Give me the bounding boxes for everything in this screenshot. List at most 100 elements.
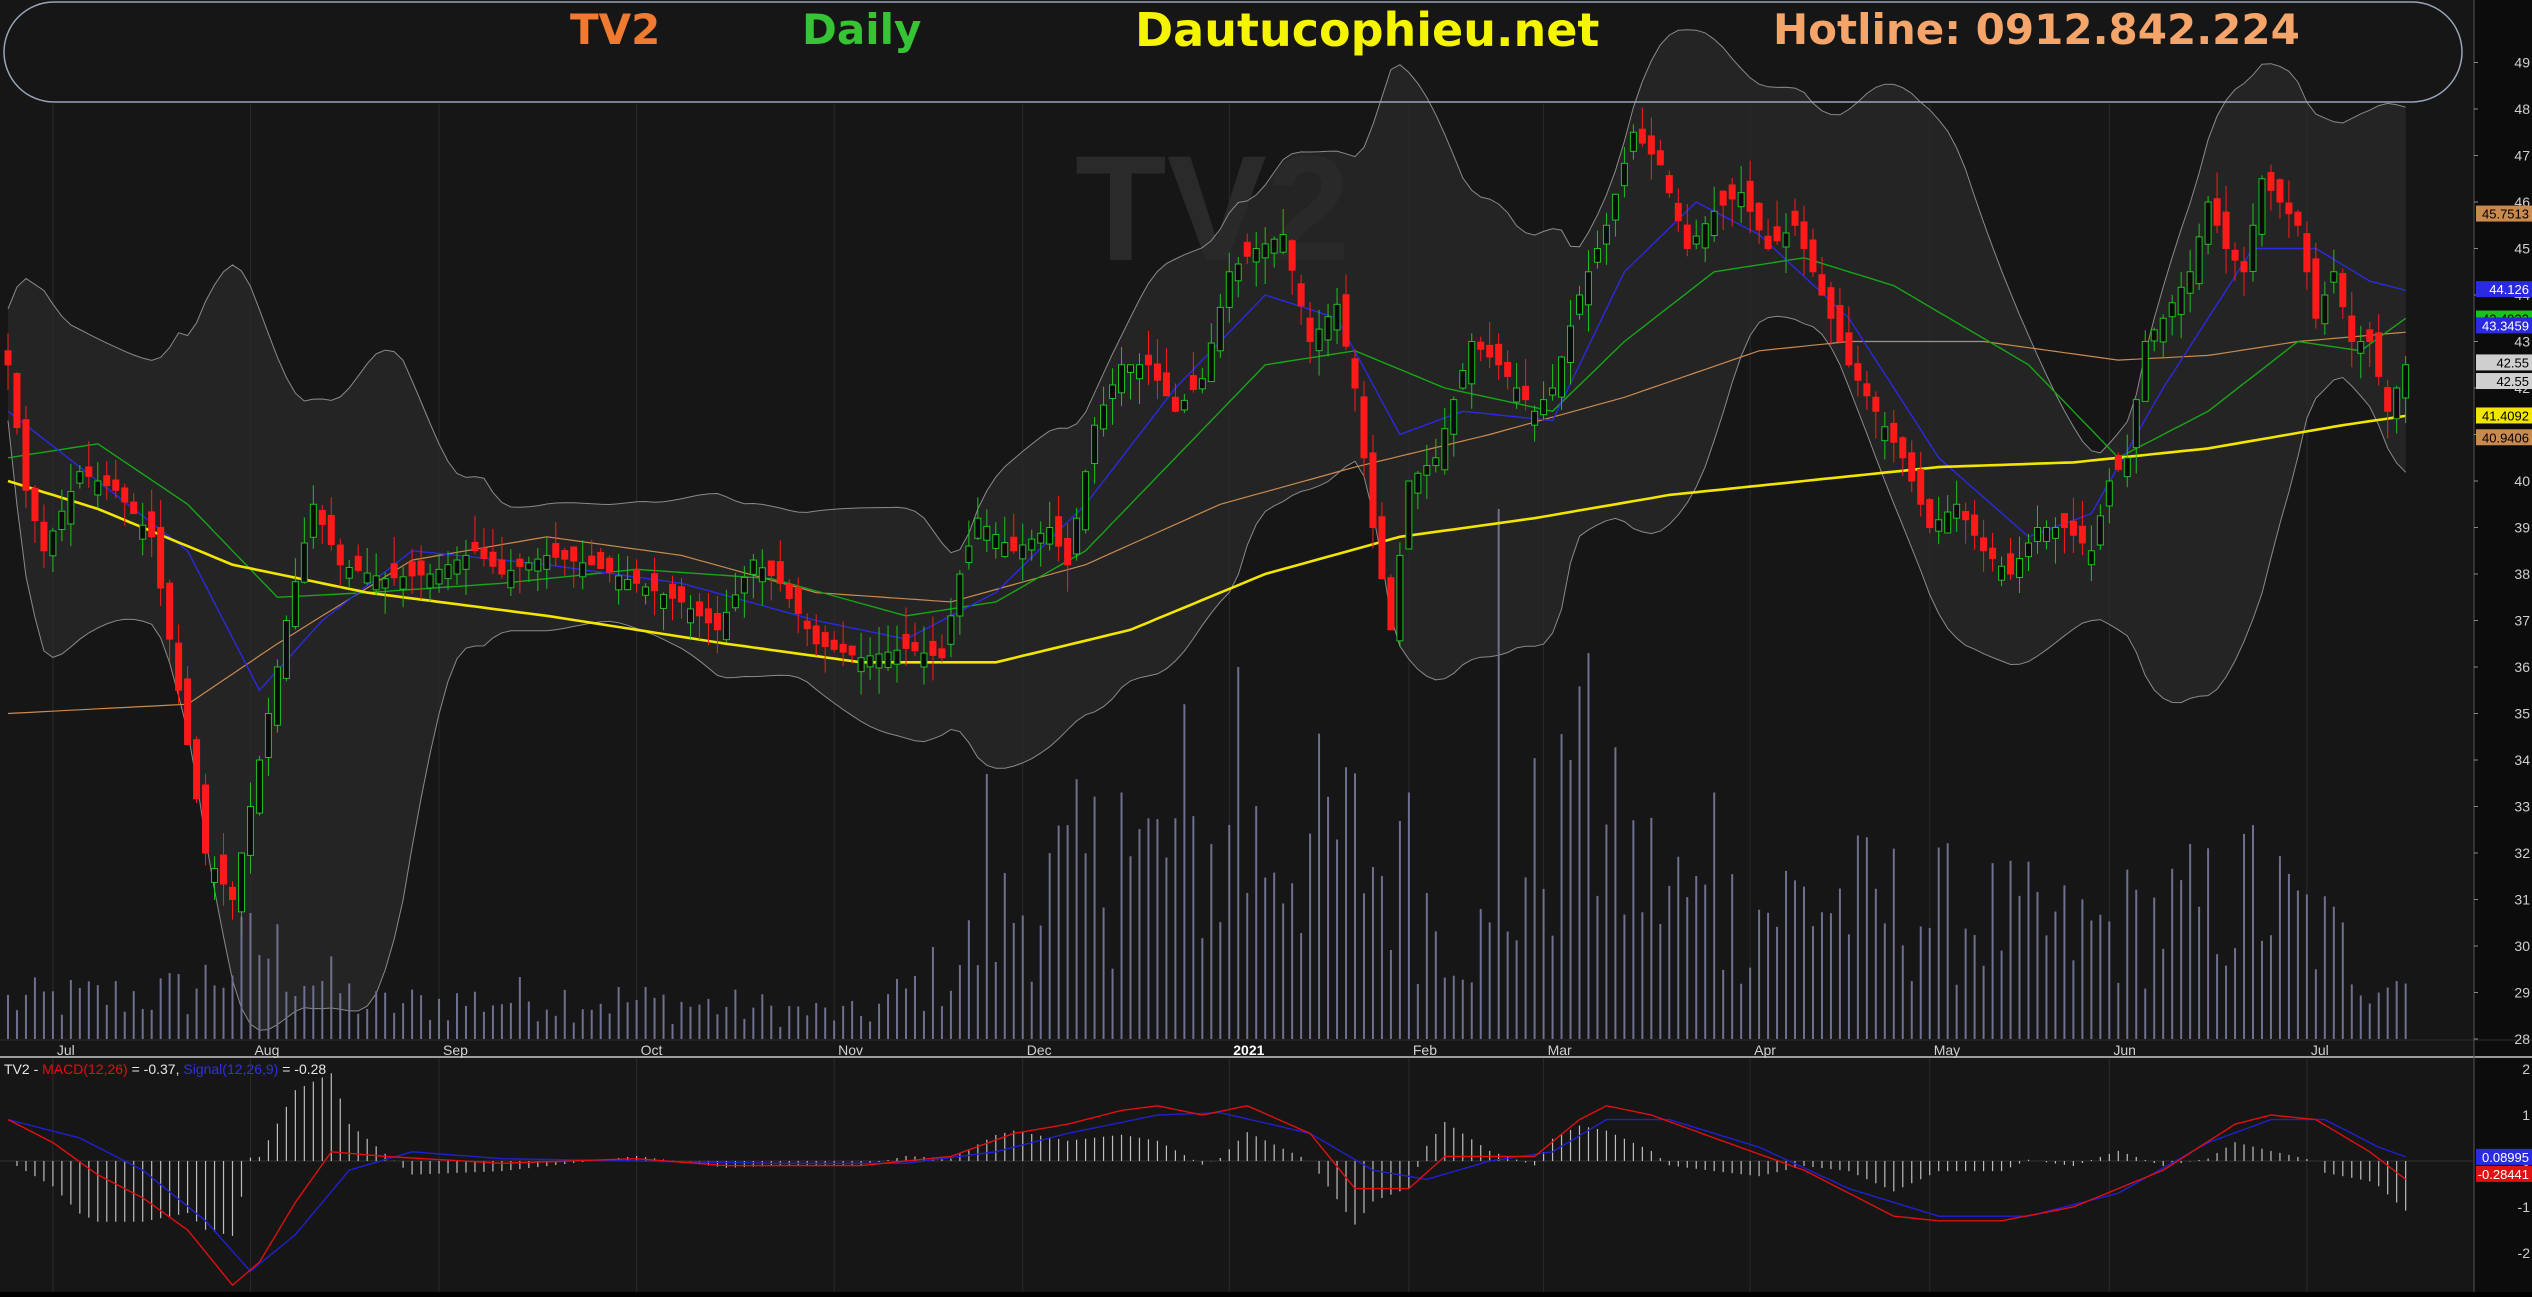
candle-body — [2150, 329, 2158, 342]
candle-body — [2222, 211, 2230, 249]
candle-body — [2069, 520, 2077, 536]
candle-body — [1935, 519, 1943, 532]
candle-body — [731, 594, 739, 609]
price-tag: 44.126 — [2476, 281, 2532, 298]
candle-body — [273, 666, 281, 726]
month-label: Jun — [2113, 1042, 2136, 1058]
candle-body — [1692, 235, 1700, 245]
candle-body — [758, 567, 766, 583]
candle-body — [255, 759, 263, 814]
price-tick-label: 40 — [2514, 473, 2530, 489]
candle-body — [678, 586, 685, 603]
candle-body — [1611, 193, 1619, 221]
candle-body — [1234, 263, 1242, 282]
candle-body — [67, 490, 75, 525]
price-tag: 42.55 — [2476, 373, 2532, 390]
candle-body — [642, 586, 650, 596]
candle-body — [1818, 274, 1826, 296]
candle — [1926, 498, 1934, 534]
candle-body — [1207, 342, 1215, 383]
candle-body — [2141, 341, 2149, 402]
candle-body — [1962, 511, 1970, 521]
price-tag-label: 44.126 — [2489, 282, 2529, 297]
candle-body — [561, 550, 569, 560]
price-tick-label: 47 — [2514, 148, 2530, 164]
price-tick-label: 31 — [2514, 892, 2530, 908]
candle-body — [184, 678, 192, 745]
price-tick-label: 39 — [2514, 520, 2530, 536]
candle-body — [2348, 315, 2356, 343]
candle-body — [426, 573, 434, 589]
candle-body — [2303, 233, 2311, 273]
candle-body — [2132, 399, 2140, 449]
month-label: Mar — [1548, 1042, 1572, 1058]
candle-body — [2168, 302, 2176, 318]
price-tick-label: 37 — [2514, 613, 2530, 629]
candle-body — [749, 559, 757, 575]
candle-body — [1809, 239, 1817, 273]
month-label: Dec — [1027, 1042, 1052, 1058]
price-tick-label: 33 — [2514, 799, 2530, 815]
candle — [2141, 330, 2149, 402]
month-label: May — [1934, 1042, 1960, 1058]
price-tag-label: 40.9406 — [2482, 430, 2529, 445]
candle-body — [2330, 271, 2338, 283]
candle-body — [2213, 198, 2221, 226]
price-tag-label: -0.28441 — [2478, 1167, 2529, 1182]
candle-body — [13, 372, 21, 429]
candle-body — [1953, 503, 1961, 519]
month-label: 2021 — [1233, 1042, 1264, 1058]
candle-body — [1351, 358, 1359, 389]
candle-body — [1584, 271, 1592, 306]
candle-body — [1171, 396, 1179, 412]
price-tag: 43.3459 — [2476, 317, 2532, 334]
candle — [282, 615, 290, 682]
candle-body — [1620, 162, 1628, 187]
candle-body — [1396, 554, 1404, 642]
candle-body — [2402, 364, 2410, 399]
candle-body — [1540, 399, 1548, 416]
candle-body — [1504, 361, 1512, 377]
candle-body — [1441, 428, 1449, 471]
candle-body — [2159, 317, 2167, 343]
candle-body — [103, 475, 111, 487]
price-tag-label: 41.4092 — [2482, 408, 2529, 423]
candle-body — [1010, 536, 1018, 552]
candle-body — [1656, 150, 1664, 166]
stock-chart: TV2 TV2 Daily Dautucophieu.net Hotline: … — [0, 0, 2532, 1297]
candle-body — [965, 545, 973, 564]
candle-body — [1719, 190, 1727, 206]
candle-body — [2078, 525, 2086, 544]
candle-body — [2240, 261, 2248, 273]
candle-body — [2267, 172, 2275, 191]
candle-body — [2123, 457, 2131, 478]
candle-body — [2312, 258, 2320, 319]
candle-body — [1638, 128, 1646, 144]
candle-body — [2060, 513, 2068, 528]
candle-body — [938, 648, 946, 659]
candle — [13, 372, 21, 435]
candle-body — [1872, 396, 1880, 412]
candle-body — [588, 555, 596, 566]
candle-body — [2177, 286, 2185, 315]
candle-body — [1064, 538, 1072, 566]
candle-body — [884, 651, 892, 669]
candle-body — [1602, 224, 1610, 245]
header-hotline: Hotline: 0912.842.224 — [1773, 5, 2300, 54]
candle-body — [1387, 577, 1395, 631]
candle-body — [1647, 135, 1655, 155]
candle-body — [1369, 452, 1377, 529]
candle-body — [1989, 547, 1997, 560]
candle-body — [2033, 527, 2041, 542]
price-tag-label: 42.55 — [2496, 374, 2529, 389]
candle-body — [830, 639, 838, 650]
candle-body — [453, 559, 461, 575]
price-tag: -0.28441 — [2476, 1165, 2532, 1182]
price-tag-label: 45.7513 — [2482, 207, 2529, 222]
month-label: Jul — [2311, 1042, 2329, 1058]
candle-body — [2096, 515, 2104, 546]
candle-body — [166, 582, 174, 640]
candle-body — [264, 713, 272, 758]
candle-body — [740, 576, 748, 594]
price-tick-label: 30 — [2514, 938, 2530, 954]
